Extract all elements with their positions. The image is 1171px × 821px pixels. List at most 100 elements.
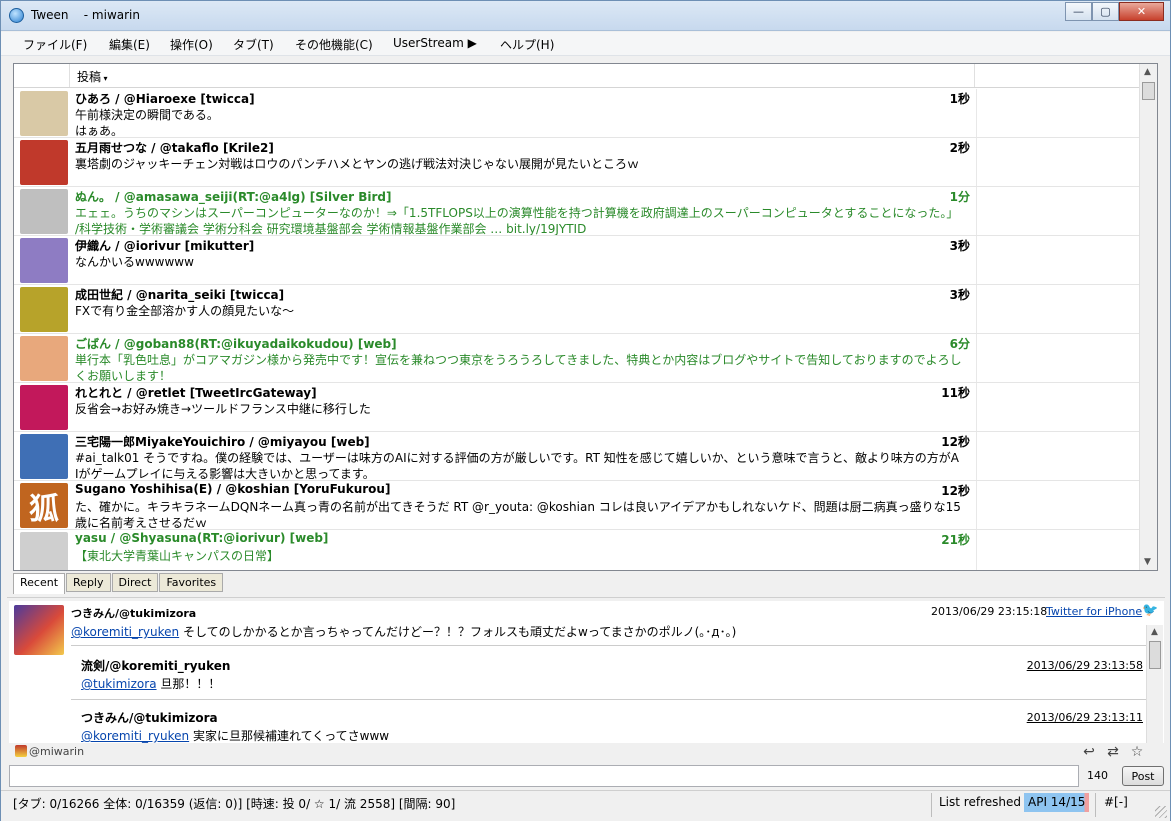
timeline-row[interactable]: ごばん / @goban88(RT:@ikuyadaikokudou) [web…: [14, 334, 1139, 383]
reply-date[interactable]: 2013/06/29 23:13:11: [1027, 711, 1143, 724]
user-avatar[interactable]: 狐: [20, 483, 68, 528]
detail-author[interactable]: つきみん/@tukimizora: [71, 605, 196, 621]
favorite-star-icon[interactable]: ☆: [1125, 744, 1149, 760]
row-author: 三宅陽一郎MiyakeYouichiro / @miyayou [web]: [75, 435, 370, 449]
resize-grip-icon[interactable]: [1155, 806, 1167, 818]
title-bar[interactable]: Tween - miwarin — ▢ ✕: [1, 1, 1170, 31]
reply-mention-link[interactable]: @koremiti_ryuken: [81, 729, 189, 743]
menu-tab[interactable]: タブ(T): [233, 36, 274, 53]
row-time: 11秒: [941, 386, 970, 400]
row-time: 12秒: [941, 435, 970, 449]
close-button[interactable]: ✕: [1119, 2, 1164, 21]
user-avatar[interactable]: [20, 336, 68, 381]
timeline-row[interactable]: 狐 Sugano Yoshihisa(E) / @koshian [YoruFuk…: [14, 481, 1139, 530]
timeline-row[interactable]: 五月雨せつな / @takaflo [Krile2] 2秒 裏塔劇のジャッキーチェン…: [14, 138, 1139, 187]
reply-date[interactable]: 2013/06/29 23:13:58: [1027, 659, 1143, 672]
tweet-detail-pane: つきみん/@tukimizora 2013/06/29 23:15:18 Twi…: [9, 601, 1164, 743]
menu-userstream[interactable]: UserStream ▶: [393, 36, 477, 50]
retweet-icon[interactable]: ⇄: [1101, 744, 1125, 760]
user-avatar[interactable]: [20, 189, 68, 234]
column-divider: [976, 432, 977, 480]
scroll-down-icon[interactable]: ▼: [1144, 557, 1151, 567]
user-avatar[interactable]: [20, 140, 68, 185]
menu-other[interactable]: その他機能(C): [295, 36, 373, 53]
app-globe-icon: [9, 8, 24, 23]
header-post-column[interactable]: 投稿 ▾: [71, 64, 975, 87]
timeline-row[interactable]: れとれと / @retlet [TweetIrcGateway] 11秒 反省会→お…: [14, 383, 1139, 432]
scroll-up-icon[interactable]: ▲: [1144, 67, 1151, 77]
timeline-row[interactable]: 三宅陽一郎MiyakeYouichiro / @miyayou [web] 12秒…: [14, 432, 1139, 481]
row-time: 3秒: [949, 239, 970, 253]
column-divider: [976, 481, 977, 529]
column-divider: [976, 89, 977, 137]
detail-text: @koremiti_ryuken そしてのしかかるとか言っちゃってんだけどー？！…: [71, 625, 737, 639]
row-time: 2秒: [949, 141, 970, 155]
row-author: 伊織ん / @iorivur [mikutter]: [75, 239, 255, 253]
minimize-button[interactable]: —: [1065, 2, 1092, 21]
user-avatar[interactable]: [20, 434, 68, 479]
reply-mention-link[interactable]: @tukimizora: [81, 677, 157, 691]
detail-scrollbar[interactable]: ▲: [1146, 625, 1163, 743]
status-divider: [1095, 793, 1096, 817]
reply-author[interactable]: 流剣/@koremiti_ryuken: [81, 657, 230, 674]
column-divider: [976, 383, 977, 431]
tab-direct[interactable]: Direct: [111, 573, 159, 592]
timeline-row[interactable]: yasu / @Shyasuna(RT:@iorivur) [web] 21秒 【東…: [14, 530, 1139, 570]
row-time: 3秒: [949, 288, 970, 302]
row-text: 単行本「乳色吐息」がコアマガジン様から発売中です！宣伝を兼ねつつ東京をうろうろし…: [75, 353, 962, 382]
detail-scroll-thumb[interactable]: [1149, 641, 1161, 669]
row-time: 6分: [949, 337, 970, 351]
row-author: れとれと / @retlet [TweetIrcGateway]: [75, 386, 317, 400]
menu-help[interactable]: ヘルプ(H): [500, 36, 554, 53]
status-hashtag[interactable]: #[-]: [1104, 795, 1128, 809]
post-button[interactable]: Post: [1122, 766, 1164, 786]
menu-file[interactable]: ファイル(F): [23, 36, 87, 53]
row-author: ぬん。 / @amasawa_seiji(RT:@a4lg) [Silver B…: [75, 190, 392, 204]
timeline-row[interactable]: ぬん。 / @amasawa_seiji(RT:@a4lg) [Silver B…: [14, 187, 1139, 236]
tab-strip: Recent Reply Direct Favorites: [13, 573, 224, 594]
scroll-up-icon[interactable]: ▲: [1151, 627, 1158, 637]
header-extra-column[interactable]: [976, 64, 1139, 87]
row-author: yasu / @Shyasuna(RT:@iorivur) [web]: [75, 531, 329, 545]
row-time: 12秒: [941, 484, 970, 498]
reply-chain: 流剣/@koremiti_ryuken 2013/06/29 23:13:58 …: [71, 645, 1146, 743]
detail-avatar[interactable]: [14, 605, 64, 655]
user-avatar[interactable]: [20, 238, 68, 283]
column-divider: [976, 285, 977, 333]
menu-bar: ファイル(F) 編集(E) 操作(O) タブ(T) その他機能(C) UserS…: [1, 32, 1170, 56]
detail-source-link[interactable]: Twitter for iPhone: [1046, 605, 1142, 618]
user-avatar[interactable]: [20, 532, 68, 570]
status-input[interactable]: [9, 765, 1079, 787]
row-time: 1分: [949, 190, 970, 204]
detail-mention-link[interactable]: @koremiti_ryuken: [71, 625, 179, 639]
timeline-row[interactable]: ひあろ / @Hiaroexe [twicca] 1秒 午前様決定の瞬間である。 は…: [14, 89, 1139, 138]
menu-operation[interactable]: 操作(O): [170, 36, 213, 53]
status-api-count[interactable]: API 14/15: [1024, 793, 1090, 812]
user-avatar[interactable]: [20, 385, 68, 430]
tab-favorites[interactable]: Favorites: [159, 573, 224, 592]
status-stats: [タブ: 0/16266 全体: 0/16359 (返信: 0)] [時速: 投…: [13, 797, 456, 811]
timeline-list[interactable]: 投稿 ▾ ひあろ / @Hiaroexe [twicca] 1秒 午前様決定の瞬間で…: [13, 63, 1158, 571]
header-icon-column[interactable]: [14, 64, 70, 87]
timeline-scroll-thumb[interactable]: [1142, 82, 1155, 100]
maximize-button[interactable]: ▢: [1092, 2, 1119, 21]
avatar-glyph: 狐: [29, 491, 59, 527]
column-divider: [976, 334, 977, 382]
timeline-scrollbar[interactable]: ▲ ▼: [1139, 64, 1157, 570]
detail-date: 2013/06/29 23:15:18: [931, 605, 1048, 618]
user-avatar[interactable]: [20, 91, 68, 136]
timeline-row[interactable]: 成田世紀 / @narita_seiki [twicca] 3秒 FXで有り金全部溶…: [14, 285, 1139, 334]
user-avatar[interactable]: [20, 287, 68, 332]
reply-author[interactable]: つきみん/@tukimizora: [81, 709, 218, 726]
timeline-row[interactable]: 伊織ん / @iorivur [mikutter] 3秒 なんかいるwwwwww: [14, 236, 1139, 285]
tab-recent[interactable]: Recent: [13, 573, 66, 594]
timeline-header: 投稿 ▾: [14, 64, 1139, 88]
menu-edit[interactable]: 編集(E): [109, 36, 150, 53]
tab-reply[interactable]: Reply: [66, 573, 111, 592]
char-counter: 140: [1087, 769, 1108, 782]
reply-text: @koremiti_ryuken 実家に旦那候補連れてくってさwww: [81, 729, 390, 743]
row-author: 五月雨せつな / @takaflo [Krile2]: [75, 141, 274, 155]
row-text: FXで有り金全部溶かす人の顔見たいな〜: [75, 304, 295, 318]
reply-icon[interactable]: ↩: [1077, 744, 1101, 760]
status-divider: [931, 793, 932, 817]
